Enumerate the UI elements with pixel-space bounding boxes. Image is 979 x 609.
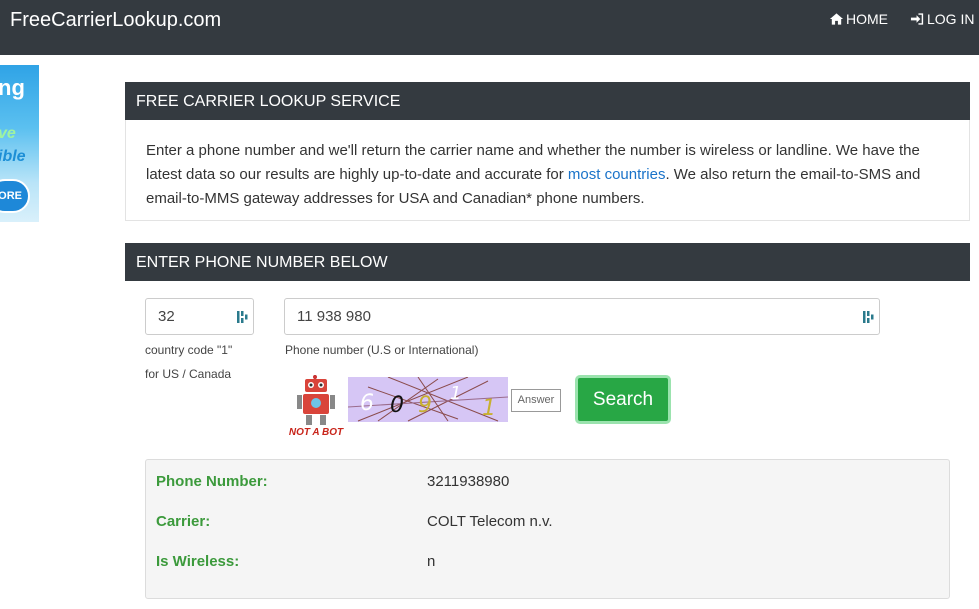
service-panel-body: Enter a phone number and we'll return th… — [125, 120, 970, 221]
country-code-help-line2: for US / Canada — [145, 367, 232, 381]
phone-number-label: Phone Number: — [156, 473, 268, 490]
service-panel-title: FREE CARRIER LOOKUP SERVICE — [125, 82, 970, 120]
ad-text-3: ible — [0, 148, 26, 165]
country-code-help: country code "1" for US / Canada — [145, 338, 265, 386]
is-wireless-label: Is Wireless: — [156, 553, 240, 570]
captcha-graphic: 6 0 9 1 1 — [348, 377, 508, 422]
captcha-char-2: 0 — [390, 393, 404, 418]
carrier-result: COLT Telecom n.v. — [427, 513, 553, 530]
search-button[interactable]: Search — [575, 375, 671, 424]
nav-login-link[interactable]: LOG IN — [910, 11, 974, 27]
captcha-answer-input[interactable]: Answer — [511, 389, 561, 412]
form-panel-title: ENTER PHONE NUMBER BELOW — [125, 243, 970, 281]
country-code-help-line1: country code "1" — [145, 343, 233, 357]
nav-home-label: HOME — [846, 11, 888, 27]
service-description: Enter a phone number and we'll return th… — [146, 139, 946, 211]
phone-number-value: 11 938 980 — [297, 308, 371, 325]
most-countries-link[interactable]: most countries — [568, 166, 666, 183]
robot-caption: NOT A BOT — [289, 427, 344, 437]
is-wireless-result: n — [427, 553, 436, 570]
ad-text-1: ng — [0, 75, 25, 100]
country-code-input[interactable]: 32 — [145, 298, 254, 335]
captcha-char-3: 9 — [418, 393, 432, 418]
phone-number-input[interactable]: 11 938 980 — [284, 298, 880, 335]
not-a-bot-robot-icon: NOT A BOT — [289, 375, 344, 437]
ad-banner[interactable]: ng ve ible ORE — [0, 65, 39, 222]
home-icon — [829, 13, 844, 25]
phone-number-help: Phone number (U.S or International) — [285, 343, 479, 357]
top-navbar: FreeCarrierLookup.com HOME LOG IN — [0, 0, 979, 55]
captcha-char-5: 1 — [482, 396, 496, 421]
autofill-icon[interactable] — [863, 310, 874, 324]
autofill-icon[interactable] — [237, 310, 248, 324]
nav-login-label: LOG IN — [927, 11, 975, 27]
captcha-char-1: 6 — [360, 391, 374, 416]
sign-in-icon — [910, 13, 924, 25]
ad-more-button[interactable]: ORE — [0, 179, 30, 213]
site-brand[interactable]: FreeCarrierLookup.com — [10, 9, 221, 32]
ad-text-2: ve — [0, 125, 16, 142]
captcha-image: 6 0 9 1 1 — [348, 377, 508, 422]
captcha-char-4: 1 — [450, 383, 461, 404]
phone-number-result: 3211938980 — [427, 473, 510, 490]
country-code-value: 32 — [158, 308, 175, 325]
results-box: Phone Number: 3211938980 Carrier: COLT T… — [145, 459, 950, 599]
carrier-label: Carrier: — [156, 513, 211, 530]
nav-home-link[interactable]: HOME — [829, 11, 888, 27]
